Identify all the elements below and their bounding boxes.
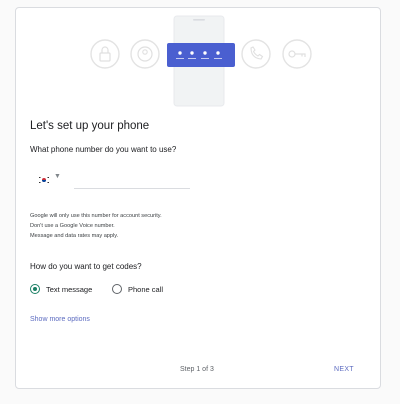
phone-call-option[interactable]: Phone call [112,282,163,296]
setup-card: Let's set up your phone What phone numbe… [15,7,381,389]
dropdown-caret-icon: ▼ [54,173,61,180]
phone-question: What phone number do you want to use? [30,145,177,154]
text-message-option[interactable]: Text message [30,282,92,296]
next-button[interactable]: NEXT [332,362,356,377]
radio-selected-icon[interactable] [30,284,40,294]
note-line: Don't use a Google Voice number. [30,223,115,229]
note-line: Message and data rates may apply. [30,233,119,239]
code-delivery-options: Text message Phone call [30,282,230,296]
phone-number-row: ▼ [30,172,200,190]
lock-icon [90,39,120,69]
note-line: Google will only use this number for acc… [30,213,162,219]
south-korea-flag-icon [38,176,50,184]
step-indicator: Step 1 of 3 [180,366,214,373]
radio-unselected-icon[interactable] [112,284,122,294]
phone-security-illustration [90,15,312,107]
phone-call-label: Phone call [128,284,164,294]
text-message-label: Text message [46,284,93,294]
page-title: Let's set up your phone [30,120,150,132]
person-icon [130,39,160,69]
show-more-options-link[interactable]: Show more options [30,316,90,323]
password-dots-icon [167,43,235,67]
phone-number-input[interactable] [74,172,190,189]
phone-usage-note: Google will only use this number for acc… [30,211,162,241]
codes-question: How do you want to get codes? [30,262,142,271]
country-code-select[interactable]: ▼ [36,172,66,188]
phone-icon [241,39,271,69]
key-icon [282,39,312,69]
